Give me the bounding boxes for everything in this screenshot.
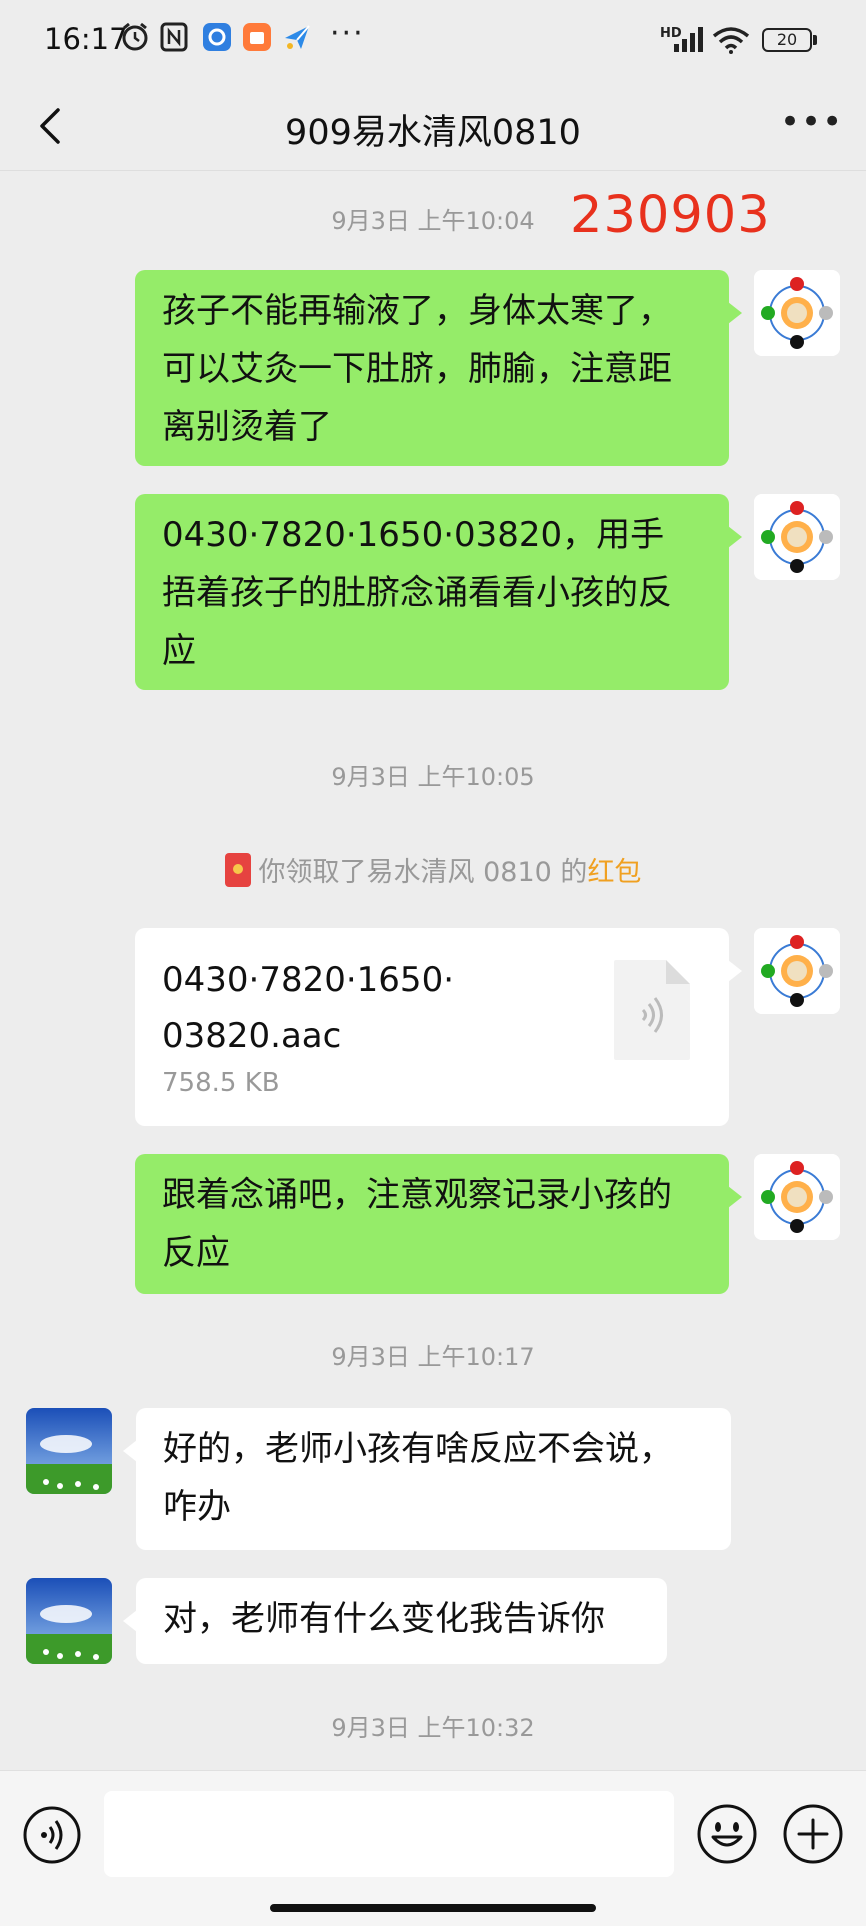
message-line: 咋办 bbox=[163, 1487, 231, 1527]
more-horizontal-icon[interactable]: ••• bbox=[780, 102, 842, 148]
message-bubble-received[interactable]: 对，老师有什么变化我告诉你 bbox=[123, 1578, 667, 1664]
landscape-avatar-icon bbox=[26, 1578, 112, 1664]
file-name-line: 03820.aac bbox=[162, 1016, 342, 1056]
system-message-text: 你领取了易水清风 0810 的 bbox=[258, 857, 588, 888]
audio-file-icon bbox=[614, 960, 690, 1060]
alarm-icon bbox=[122, 22, 148, 51]
nfc-icon bbox=[160, 22, 188, 52]
battery-tip bbox=[813, 35, 817, 45]
file-size: 758.5 KB bbox=[162, 1068, 280, 1098]
more-dots-icon: ··· bbox=[330, 16, 365, 51]
wifi-icon bbox=[712, 27, 750, 54]
red-packet-link[interactable]: 红包 bbox=[587, 857, 641, 888]
landscape-avatar-icon bbox=[26, 1408, 112, 1494]
input-bar bbox=[0, 1770, 866, 1926]
message-line: 好的，老师小孩有啥反应不会说， bbox=[163, 1429, 673, 1469]
battery-icon: 20 bbox=[762, 28, 812, 52]
avatar-self[interactable] bbox=[754, 270, 840, 356]
stamp-code: 230903 bbox=[570, 186, 771, 245]
timestamp: 9月3日 上午10:17 bbox=[331, 1343, 535, 1371]
message-line: 可以艾灸一下肚脐，肺腧，注意距 bbox=[162, 349, 672, 389]
message-bubble-sent[interactable]: 跟着念诵吧，注意观察记录小孩的 反应 bbox=[135, 1154, 742, 1294]
red-packet-icon bbox=[224, 853, 251, 887]
avatar-self[interactable] bbox=[754, 1154, 840, 1240]
signal-icon bbox=[674, 27, 703, 52]
emoji-icon[interactable] bbox=[696, 1803, 758, 1865]
status-bar: 16:17 ··· HD 20 bbox=[0, 0, 866, 84]
message-line: 离别烫着了 bbox=[162, 407, 332, 447]
file-name-line: 0430·7820·1650· bbox=[162, 960, 455, 1000]
avatar-contact[interactable] bbox=[26, 1408, 112, 1494]
avatar-self[interactable] bbox=[754, 928, 840, 1014]
message-input[interactable] bbox=[104, 1791, 674, 1877]
app-icon-plane bbox=[285, 25, 310, 49]
status-time: 16:17 bbox=[44, 22, 128, 56]
chat-title: 909易水清风0810 bbox=[285, 113, 581, 153]
message-line: 反应 bbox=[162, 1233, 230, 1273]
message-line: 应 bbox=[162, 631, 196, 671]
message-line: 捂着孩子的肚脐念诵看看小孩的反 bbox=[162, 573, 672, 613]
app-icon-orange bbox=[243, 23, 271, 51]
message-line: 孩子不能再输液了，身体太寒了， bbox=[162, 291, 672, 331]
timestamp: 9月3日 上午10:05 bbox=[331, 763, 535, 791]
timestamp: 9月3日 上午10:32 bbox=[331, 1714, 535, 1742]
message-line: 0430·7820·1650·03820，用手 bbox=[162, 515, 665, 555]
avatar-logo-icon bbox=[754, 1154, 840, 1240]
message-line: 对，老师有什么变化我告诉你 bbox=[163, 1599, 605, 1639]
message-bubble-sent[interactable]: 孩子不能再输液了，身体太寒了， 可以艾灸一下肚脐，肺腧，注意距 离别烫着了 bbox=[135, 270, 742, 466]
avatar-contact[interactable] bbox=[26, 1578, 112, 1664]
message-line: 跟着念诵吧，注意观察记录小孩的 bbox=[162, 1175, 672, 1215]
avatar-logo-icon bbox=[754, 928, 840, 1014]
message-bubble-sent[interactable]: 0430·7820·1650·03820，用手 捂着孩子的肚脐念诵看看小孩的反 … bbox=[135, 494, 742, 690]
avatar-logo-icon bbox=[754, 494, 840, 580]
file-name: 0430·7820·1650· 03820.aac bbox=[162, 952, 562, 1064]
plus-icon[interactable] bbox=[782, 1803, 844, 1865]
message-bubble-received[interactable]: 好的，老师小孩有啥反应不会说， 咋办 bbox=[123, 1408, 731, 1550]
avatar-logo-icon bbox=[754, 270, 840, 356]
avatar-self[interactable] bbox=[754, 494, 840, 580]
app-icon-blue bbox=[203, 23, 231, 51]
file-message[interactable]: 0430·7820·1650· 03820.aac 758.5 KB bbox=[135, 928, 742, 1126]
home-indicator[interactable] bbox=[270, 1904, 596, 1912]
voice-icon[interactable] bbox=[22, 1805, 82, 1865]
chat-header: 909易水清风0810 ••• bbox=[0, 84, 866, 171]
system-message: 你领取了易水清风 0810 的红包 bbox=[0, 850, 866, 889]
